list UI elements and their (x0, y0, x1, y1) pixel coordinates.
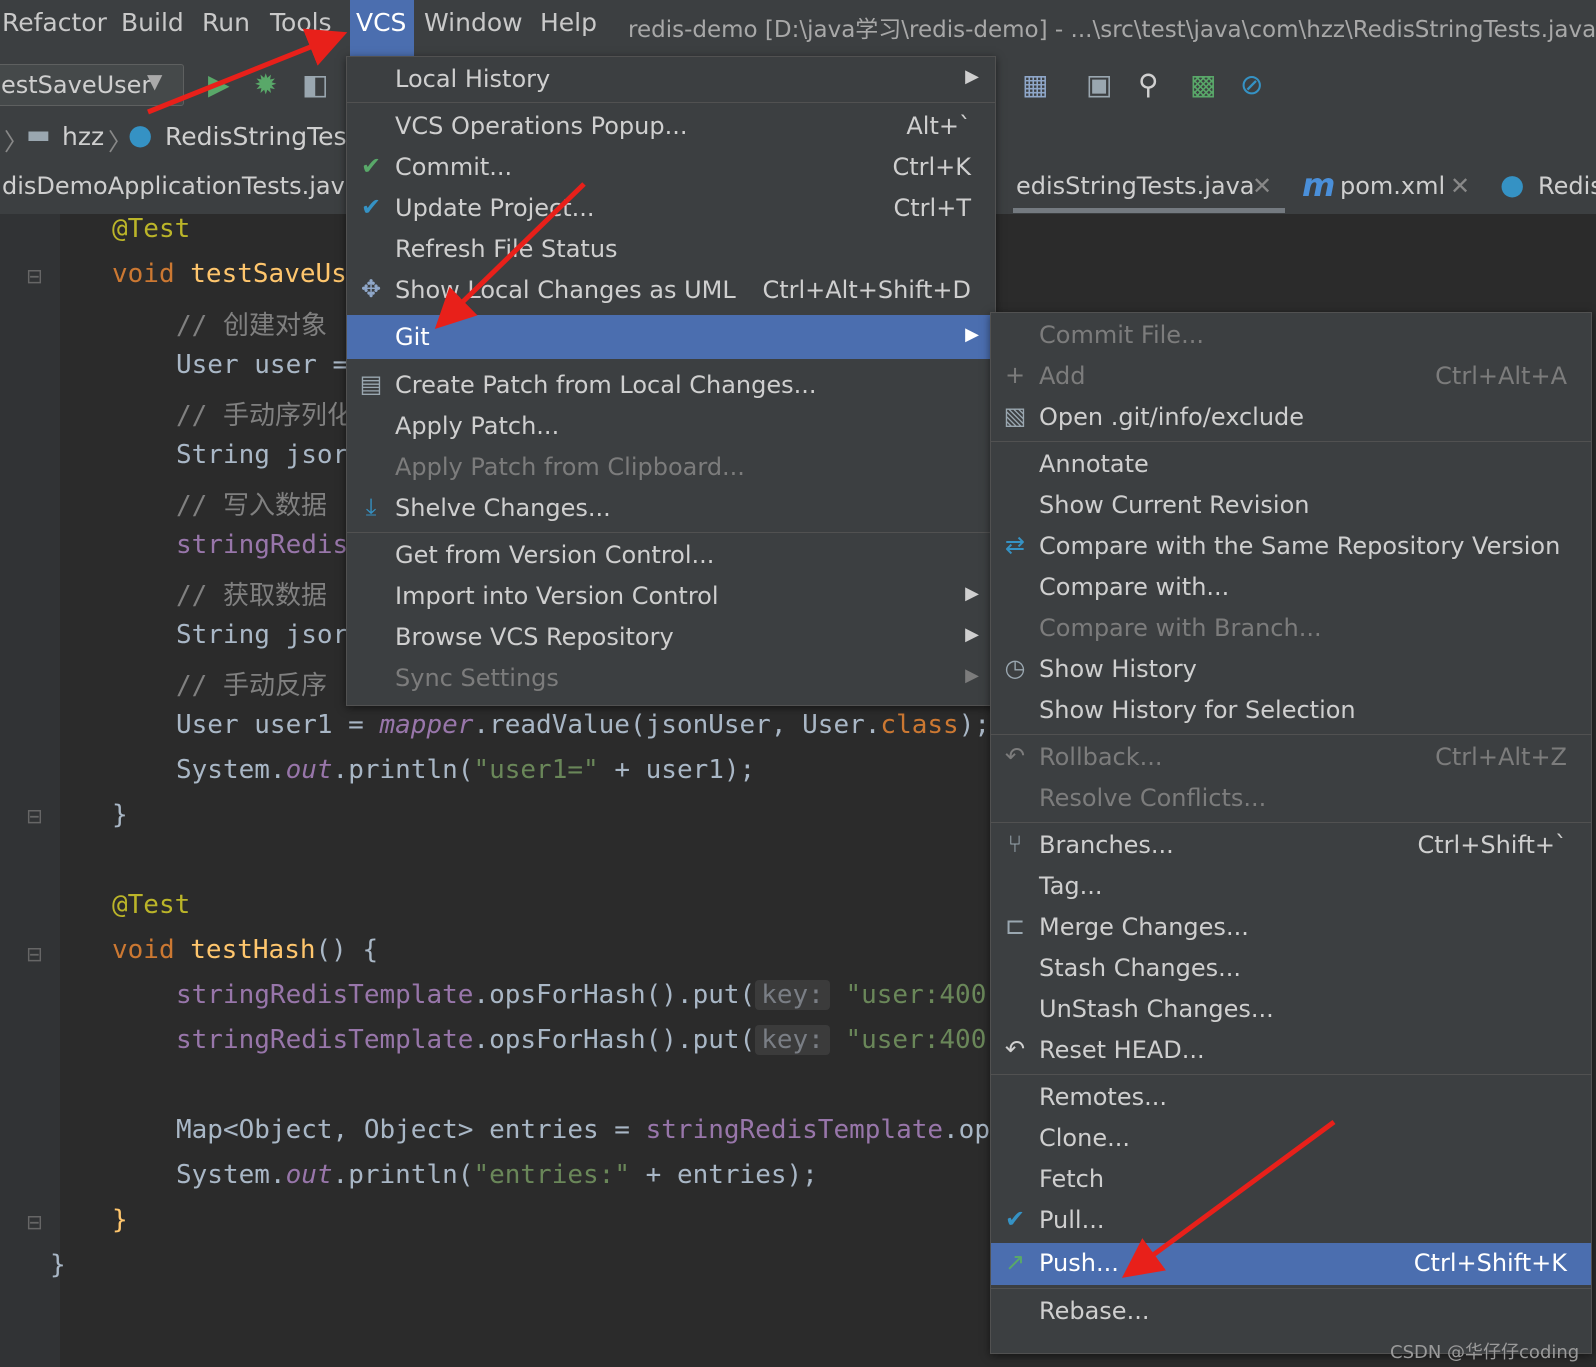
arrow-to-push-item (1121, 1119, 1336, 1278)
annotation-arrows (147, 28, 1336, 1278)
arrow-to-git-item (434, 182, 586, 329)
watermark: CSDN @华仔仔coding (1390, 1342, 1580, 1363)
arrow-to-vcs-menu (147, 28, 348, 115)
